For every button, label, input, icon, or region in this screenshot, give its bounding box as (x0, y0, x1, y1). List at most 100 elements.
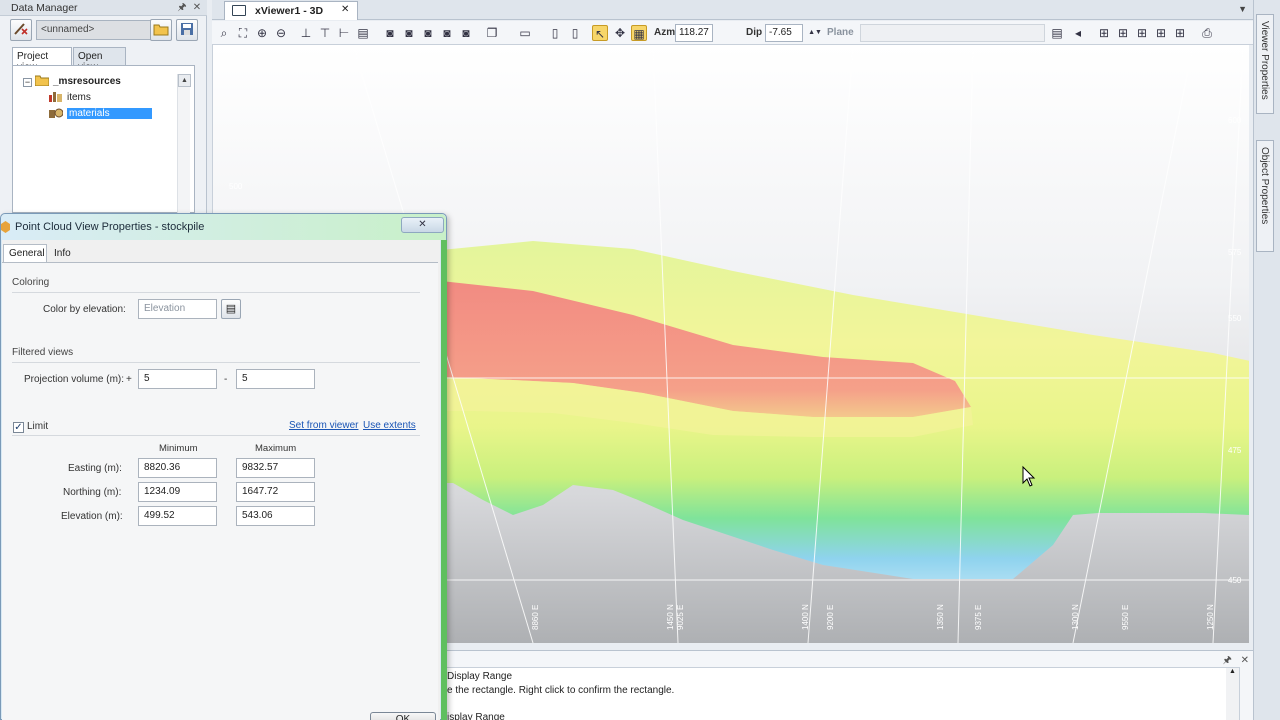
save-icon[interactable] (176, 19, 198, 41)
dip-field[interactable]: -7.65 (765, 24, 803, 42)
camera-save-icon[interactable]: ◙ (401, 25, 417, 41)
view-section-icon[interactable]: ⊢ (336, 25, 352, 41)
close-tab-icon[interactable]: ✕ (341, 4, 349, 15)
grid-label: 9025 E (676, 605, 685, 630)
print-icon[interactable]: ⎙ (1199, 25, 1215, 41)
select-pointer-icon[interactable]: ↖ (592, 25, 608, 41)
ok-button[interactable]: OK (370, 712, 436, 720)
general-panel: Coloring Color by elevation: Elevation ▤… (2, 262, 438, 720)
easting-label: Easting (m): (68, 463, 122, 474)
grid-remove-icon[interactable]: ⊞ (1172, 25, 1188, 41)
grid-settings-icon[interactable]: ⊞ (1153, 25, 1169, 41)
output-log[interactable]: Display Range e the rectangle. Right cli… (440, 667, 1240, 720)
camera-add-icon[interactable]: ◙ (420, 25, 436, 41)
tab-object-properties[interactable]: Object Properties (1256, 140, 1274, 252)
elevation-min-field[interactable]: 499.52 (138, 506, 217, 526)
view-plan-icon[interactable]: ⊤ (317, 25, 333, 41)
color-by-elevation-field[interactable]: Elevation (138, 299, 217, 319)
pan-icon[interactable]: ✥ (612, 25, 628, 41)
log-line: isplay Range (447, 712, 505, 720)
close-icon[interactable]: ✕ (191, 2, 203, 14)
tree-item-items[interactable]: items (49, 90, 91, 105)
elevation-max-field[interactable]: 543.06 (236, 506, 315, 526)
grid-edit-icon[interactable]: ⊞ (1134, 25, 1150, 41)
clear-workspace-icon[interactable] (10, 19, 32, 41)
dialog-body: General Info Coloring Color by elevation… (2, 240, 440, 720)
log-line: e the rectangle. Right click to confirm … (447, 685, 675, 696)
grid-toggle-icon[interactable]: ▦ (631, 25, 647, 41)
dialog-close-button[interactable]: ✕ (401, 217, 444, 233)
tree-item-msresources[interactable]: _msresources (34, 74, 121, 89)
zoom-in-icon[interactable]: ⊕ (254, 25, 270, 41)
zoom-window-icon[interactable]: ⌕ (216, 25, 232, 41)
minus-sign: - (224, 374, 228, 385)
point-cloud-properties-dialog: Point Cloud View Properties - stockpile … (0, 213, 447, 720)
use-extents-link[interactable]: Use extents (363, 420, 416, 431)
camera-icon[interactable]: ◙ (382, 25, 398, 41)
viewer-tab-title: xViewer1 - 3D (255, 5, 324, 17)
open-folder-icon[interactable] (150, 19, 172, 41)
grid-label: 1400 N (801, 604, 810, 630)
tree-item-materials[interactable]: materials (49, 106, 152, 121)
grid-label: 1450 N (666, 604, 675, 630)
dialog-titlebar[interactable]: Point Cloud View Properties - stockpile … (1, 214, 446, 240)
tab-menu-icon[interactable]: ▼ (1238, 4, 1247, 14)
display-icon[interactable]: ▭ (517, 25, 533, 41)
grid-add-icon[interactable]: ⊞ (1115, 25, 1131, 41)
view-list-icon[interactable]: ▤ (355, 25, 371, 41)
close-icon[interactable]: ✕ (1241, 655, 1249, 666)
data-manager-titlebar: Data Manager 🖈 ✕ (0, 0, 207, 16)
easting-min-field[interactable]: 8820.36 (138, 458, 217, 478)
tree-scrollbar[interactable]: ▲ (177, 74, 191, 214)
tab-viewer-properties[interactable]: Viewer Properties (1256, 14, 1274, 114)
divider (12, 362, 420, 363)
output-scrollbar[interactable]: ▲ (1226, 668, 1239, 720)
azimuth-field[interactable]: 118.27 (675, 24, 713, 42)
projection-plus-field[interactable]: 5 (138, 369, 217, 389)
workspace-combo[interactable]: <unnamed> (36, 20, 155, 40)
northing-min-field[interactable]: 1234.09 (138, 482, 217, 502)
camera-lock-icon[interactable]: ◙ (458, 25, 474, 41)
pin-icon[interactable]: 🖈 (176, 2, 188, 14)
color-picker-icon[interactable]: ▤ (221, 299, 241, 319)
dip-label: Dip (746, 27, 763, 38)
projection-minus-field[interactable]: 5 (236, 369, 315, 389)
zoom-out-icon[interactable]: ⊖ (273, 25, 289, 41)
dialog-title: Point Cloud View Properties - stockpile (15, 221, 205, 233)
northing-max-field[interactable]: 1647.72 (236, 482, 315, 502)
nav-back-icon[interactable]: ◂ (1070, 25, 1086, 41)
view-axis-icon[interactable]: ⊥ (298, 25, 314, 41)
display-2d-icon[interactable]: ▯ (547, 25, 563, 41)
grid-icon[interactable]: ⊞ (1096, 25, 1112, 41)
tab-project-view[interactable]: Project view (12, 47, 72, 73)
scroll-up-icon[interactable]: ▲ (1226, 668, 1239, 675)
filtered-views-section-title: Filtered views (12, 347, 74, 358)
dip-spinner-icon[interactable]: ▲▼ (807, 25, 823, 41)
collapse-toggle[interactable]: − (23, 78, 32, 87)
scroll-up-icon[interactable]: ▲ (178, 74, 191, 87)
display-3d-icon[interactable]: ▯ (567, 25, 583, 41)
easting-max-field[interactable]: 9832.57 (236, 458, 315, 478)
output-panel: 🖈 ✕ Display Range e the rectangle. Right… (440, 650, 1253, 720)
tab-open-view[interactable]: Open view (73, 47, 126, 73)
set-from-viewer-link[interactable]: Set from viewer (289, 420, 358, 431)
camera-delete-icon[interactable]: ◙ (439, 25, 455, 41)
filter-icon[interactable]: ▤ (1049, 25, 1065, 41)
limit-checkbox[interactable]: ✓ (13, 422, 24, 433)
window-tile-icon[interactable]: ❐ (484, 25, 500, 41)
plane-field[interactable] (860, 24, 1045, 42)
color-by-elevation-label: Color by elevation: (43, 304, 126, 315)
northing-label: Northing (m): (63, 487, 122, 498)
viewer-tab-strip: xViewer1 - 3D ✕ ▼ (212, 0, 1253, 20)
viewer-properties-label: Viewer Properties (1259, 21, 1270, 100)
log-line: Display Range (447, 671, 513, 682)
plane-label: Plane (827, 27, 854, 38)
tree-item-label: materials (67, 108, 152, 119)
tree-item-label: _msresources (53, 76, 121, 87)
pin-icon[interactable]: 🖈 (1223, 655, 1232, 666)
tab-info[interactable]: Info (48, 244, 76, 262)
materials-icon (49, 107, 64, 118)
tab-xviewer1[interactable]: xViewer1 - 3D ✕ (224, 1, 358, 20)
zoom-extents-icon[interactable]: ⛶ (235, 25, 251, 41)
tab-general[interactable]: General (3, 244, 47, 262)
